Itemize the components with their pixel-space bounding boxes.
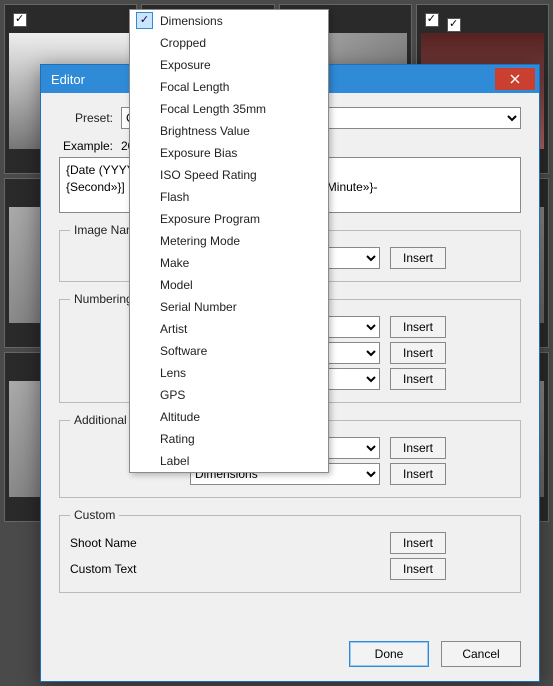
dialog-title: Editor: [51, 72, 85, 87]
dropdown-item[interactable]: Make: [130, 252, 328, 274]
example-label: Example:: [59, 139, 113, 153]
insert-button[interactable]: Insert: [390, 368, 446, 390]
preset-label: Preset:: [59, 111, 113, 125]
dropdown-item[interactable]: Exposure: [130, 54, 328, 76]
dropdown-item[interactable]: Exposure Bias: [130, 142, 328, 164]
dropdown-item[interactable]: Software: [130, 340, 328, 362]
dropdown-item[interactable]: Rating: [130, 428, 328, 450]
dropdown-item[interactable]: GPS: [130, 384, 328, 406]
dropdown-item[interactable]: Artist: [130, 318, 328, 340]
close-button[interactable]: [495, 68, 535, 90]
dropdown-item[interactable]: Label: [130, 450, 328, 472]
insert-button[interactable]: Insert: [390, 532, 446, 554]
dropdown-item[interactable]: Focal Length 35mm: [130, 98, 328, 120]
dropdown-item[interactable]: Model: [130, 274, 328, 296]
dropdown-item[interactable]: Dimensions: [130, 10, 328, 32]
shoot-name-label: Shoot Name: [70, 536, 190, 550]
custom-text-label: Custom Text: [70, 562, 190, 576]
insert-button[interactable]: Insert: [390, 463, 446, 485]
insert-button[interactable]: Insert: [390, 342, 446, 364]
insert-button[interactable]: Insert: [390, 247, 446, 269]
insert-button[interactable]: Insert: [390, 558, 446, 580]
cancel-button[interactable]: Cancel: [441, 641, 521, 667]
dropdown-item[interactable]: Flash: [130, 186, 328, 208]
done-button[interactable]: Done: [349, 641, 429, 667]
close-icon: [510, 74, 520, 84]
dropdown-item[interactable]: Altitude: [130, 406, 328, 428]
metadata-dropdown[interactable]: DimensionsCroppedExposureFocal LengthFoc…: [129, 9, 329, 473]
dropdown-item[interactable]: Exposure Program: [130, 208, 328, 230]
dropdown-item[interactable]: Cropped: [130, 32, 328, 54]
dropdown-item[interactable]: Serial Number: [130, 296, 328, 318]
insert-button[interactable]: Insert: [390, 437, 446, 459]
dropdown-item[interactable]: Metering Mode: [130, 230, 328, 252]
dropdown-item[interactable]: Focal Length: [130, 76, 328, 98]
dropdown-item[interactable]: Brightness Value: [130, 120, 328, 142]
dropdown-item[interactable]: Lens: [130, 362, 328, 384]
group-custom: Custom Shoot Name Insert Custom Text Ins…: [59, 508, 521, 593]
dropdown-item[interactable]: ISO Speed Rating: [130, 164, 328, 186]
insert-button[interactable]: Insert: [390, 316, 446, 338]
